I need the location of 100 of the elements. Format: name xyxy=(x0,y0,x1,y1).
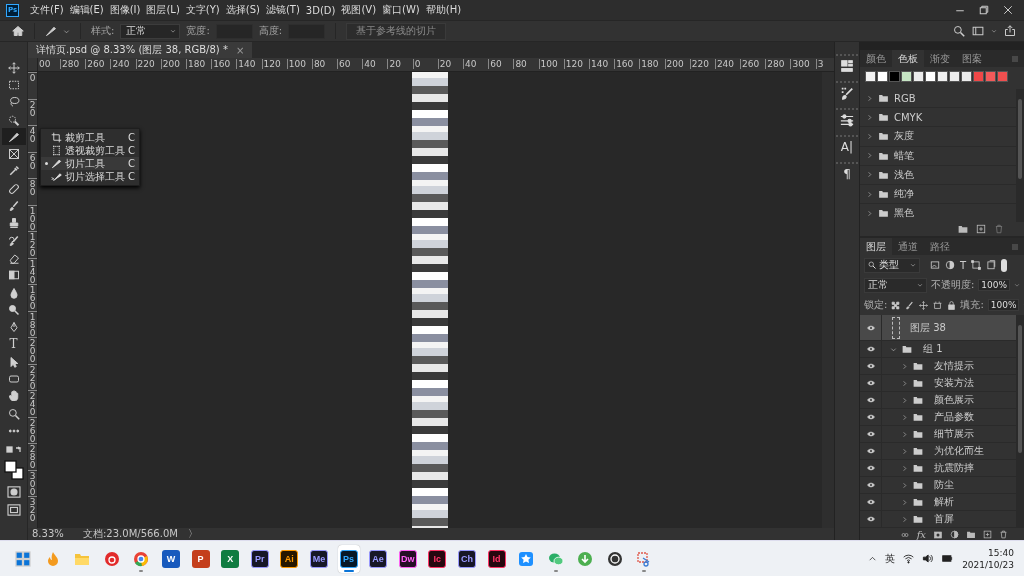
taskbar-app[interactable]: Ch xyxy=(455,544,478,573)
taskbar-app[interactable]: P xyxy=(189,544,212,573)
chevron-right-icon[interactable] xyxy=(901,498,908,506)
wifi-icon[interactable] xyxy=(903,553,915,564)
menu-item[interactable]: 文字(Y) xyxy=(182,3,223,17)
chevron-right-icon[interactable] xyxy=(866,190,873,198)
eye-icon[interactable] xyxy=(865,345,876,353)
trash-icon[interactable] xyxy=(994,224,1004,234)
scrollbar[interactable] xyxy=(1016,315,1024,528)
clock[interactable]: 15:40 2021/10/23 xyxy=(962,546,1014,571)
menu-item[interactable]: 图像(I) xyxy=(106,3,144,17)
fill-field[interactable]: 100% xyxy=(987,299,1020,311)
color-swatches-icon[interactable] xyxy=(3,459,24,480)
home-icon[interactable] xyxy=(12,25,24,37)
taskbar-app[interactable]: X xyxy=(219,544,242,573)
scrollbar[interactable] xyxy=(1016,89,1024,222)
menu-item[interactable]: 视图(V) xyxy=(338,3,380,17)
color-swatch[interactable] xyxy=(937,71,948,82)
paragraph-panel-button[interactable]: ¶ xyxy=(836,162,858,184)
chevron-right-icon[interactable] xyxy=(866,209,873,217)
checkerboard-icon[interactable] xyxy=(891,300,901,310)
sliders-icon[interactable] xyxy=(840,113,854,127)
eye-icon[interactable] xyxy=(865,323,876,332)
color-swatch[interactable] xyxy=(985,71,996,82)
tool-button[interactable] xyxy=(1,128,26,146)
screen-mode-icon[interactable] xyxy=(6,503,21,516)
new-swatch-icon[interactable] xyxy=(976,224,986,234)
image-filter-icon[interactable] xyxy=(930,260,940,270)
layer-row[interactable]: 友情提示 xyxy=(860,358,1016,375)
color-swatch[interactable] xyxy=(901,71,912,82)
taskbar-app[interactable]: Dw xyxy=(396,544,419,573)
share-icon[interactable] xyxy=(1004,25,1016,37)
panel-tab[interactable]: 颜色 xyxy=(860,50,892,67)
eye-icon[interactable] xyxy=(865,413,876,421)
type-tool[interactable]: T xyxy=(1,335,26,354)
panel-tab[interactable]: 色板 xyxy=(892,50,924,67)
caret-icon[interactable] xyxy=(63,27,70,35)
eye-icon[interactable] xyxy=(865,396,876,404)
color-swatch[interactable] xyxy=(949,71,960,82)
menu-item[interactable]: 滤镜(T) xyxy=(262,3,303,17)
layer-row[interactable]: 防尘 xyxy=(860,477,1016,494)
swatches-icon[interactable] xyxy=(840,59,854,73)
color-swatch[interactable] xyxy=(961,71,972,82)
layer-row[interactable]: 抗震防摔 xyxy=(860,460,1016,477)
chevron-right-icon[interactable] xyxy=(866,94,873,102)
layer-row[interactable]: 首屏 xyxy=(860,511,1016,528)
link-icon[interactable] xyxy=(899,530,910,539)
color-swatch[interactable] xyxy=(997,71,1008,82)
new-layer-icon[interactable] xyxy=(983,530,992,539)
layer-row[interactable]: 解析 xyxy=(860,494,1016,511)
eye-icon[interactable] xyxy=(865,447,876,455)
battery-icon[interactable] xyxy=(941,553,955,564)
menu-item[interactable]: 3D(D) xyxy=(302,4,339,16)
opacity-field[interactable]: 100% xyxy=(978,279,1010,291)
menu-item[interactable]: 切片工具 C xyxy=(41,157,139,170)
adjustment-icon[interactable] xyxy=(950,530,959,539)
panel-tab[interactable]: 路径 xyxy=(924,238,956,255)
menu-item[interactable]: 切片选择工具 C xyxy=(41,170,139,183)
brush-settings-icon[interactable] xyxy=(840,86,854,100)
caret-icon[interactable] xyxy=(991,28,997,34)
chevron-right-icon[interactable] xyxy=(866,152,873,160)
mask-icon[interactable] xyxy=(933,530,943,539)
color-swatch[interactable] xyxy=(877,71,888,82)
document-tab[interactable]: 详情页.psd @ 8.33% (图层 38, RGB/8) * × xyxy=(28,42,253,58)
chevron-right-icon[interactable] xyxy=(901,447,908,455)
workspace-icon[interactable] xyxy=(972,25,984,37)
chevron-right-icon[interactable] xyxy=(901,481,908,489)
chevron-right-icon[interactable] xyxy=(901,362,908,370)
panel-tab[interactable]: 渐变 xyxy=(924,50,956,67)
style-dropdown[interactable]: 正常 xyxy=(120,23,181,39)
restore-icon[interactable] xyxy=(978,4,990,16)
color-swatch[interactable] xyxy=(973,71,984,82)
panel-tab[interactable]: 图案 xyxy=(956,50,988,67)
eye-icon[interactable] xyxy=(865,379,876,387)
blend-mode-dropdown[interactable]: 正常 xyxy=(864,277,927,293)
close-icon[interactable] xyxy=(1002,4,1014,16)
layer-row[interactable]: 安装方法 xyxy=(860,375,1016,392)
eye-icon[interactable] xyxy=(865,464,876,472)
chevron-right-icon[interactable] xyxy=(901,430,908,438)
shape-filter-icon[interactable] xyxy=(971,260,982,270)
chevron-down-icon[interactable] xyxy=(890,345,897,353)
trash-icon[interactable] xyxy=(999,530,1008,539)
layer-row[interactable]: 产品参数 xyxy=(860,409,1016,426)
taskbar-app[interactable]: Ps xyxy=(337,544,360,573)
taskbar-app[interactable]: Ic xyxy=(426,544,449,573)
chevron-right-icon[interactable] xyxy=(866,113,873,121)
eye-icon[interactable] xyxy=(865,498,876,506)
type-filter-button[interactable]: T xyxy=(960,259,967,271)
menu-item[interactable]: 裁剪工具 C xyxy=(41,131,139,144)
eye-icon[interactable] xyxy=(865,481,876,489)
chevron-right-icon[interactable] xyxy=(901,413,908,421)
menu-item[interactable]: 图层(L) xyxy=(143,3,183,17)
status-menu-arrow[interactable]: 〉 xyxy=(188,528,198,540)
folder-icon[interactable] xyxy=(958,224,968,234)
chevron-right-icon[interactable] xyxy=(901,464,908,472)
knife-icon[interactable] xyxy=(45,25,57,37)
artboard-icon[interactable] xyxy=(933,300,943,310)
adjustment-filter-icon[interactable] xyxy=(945,260,955,270)
eye-icon[interactable] xyxy=(865,430,876,438)
menu-item[interactable]: 选择(S) xyxy=(222,3,263,17)
